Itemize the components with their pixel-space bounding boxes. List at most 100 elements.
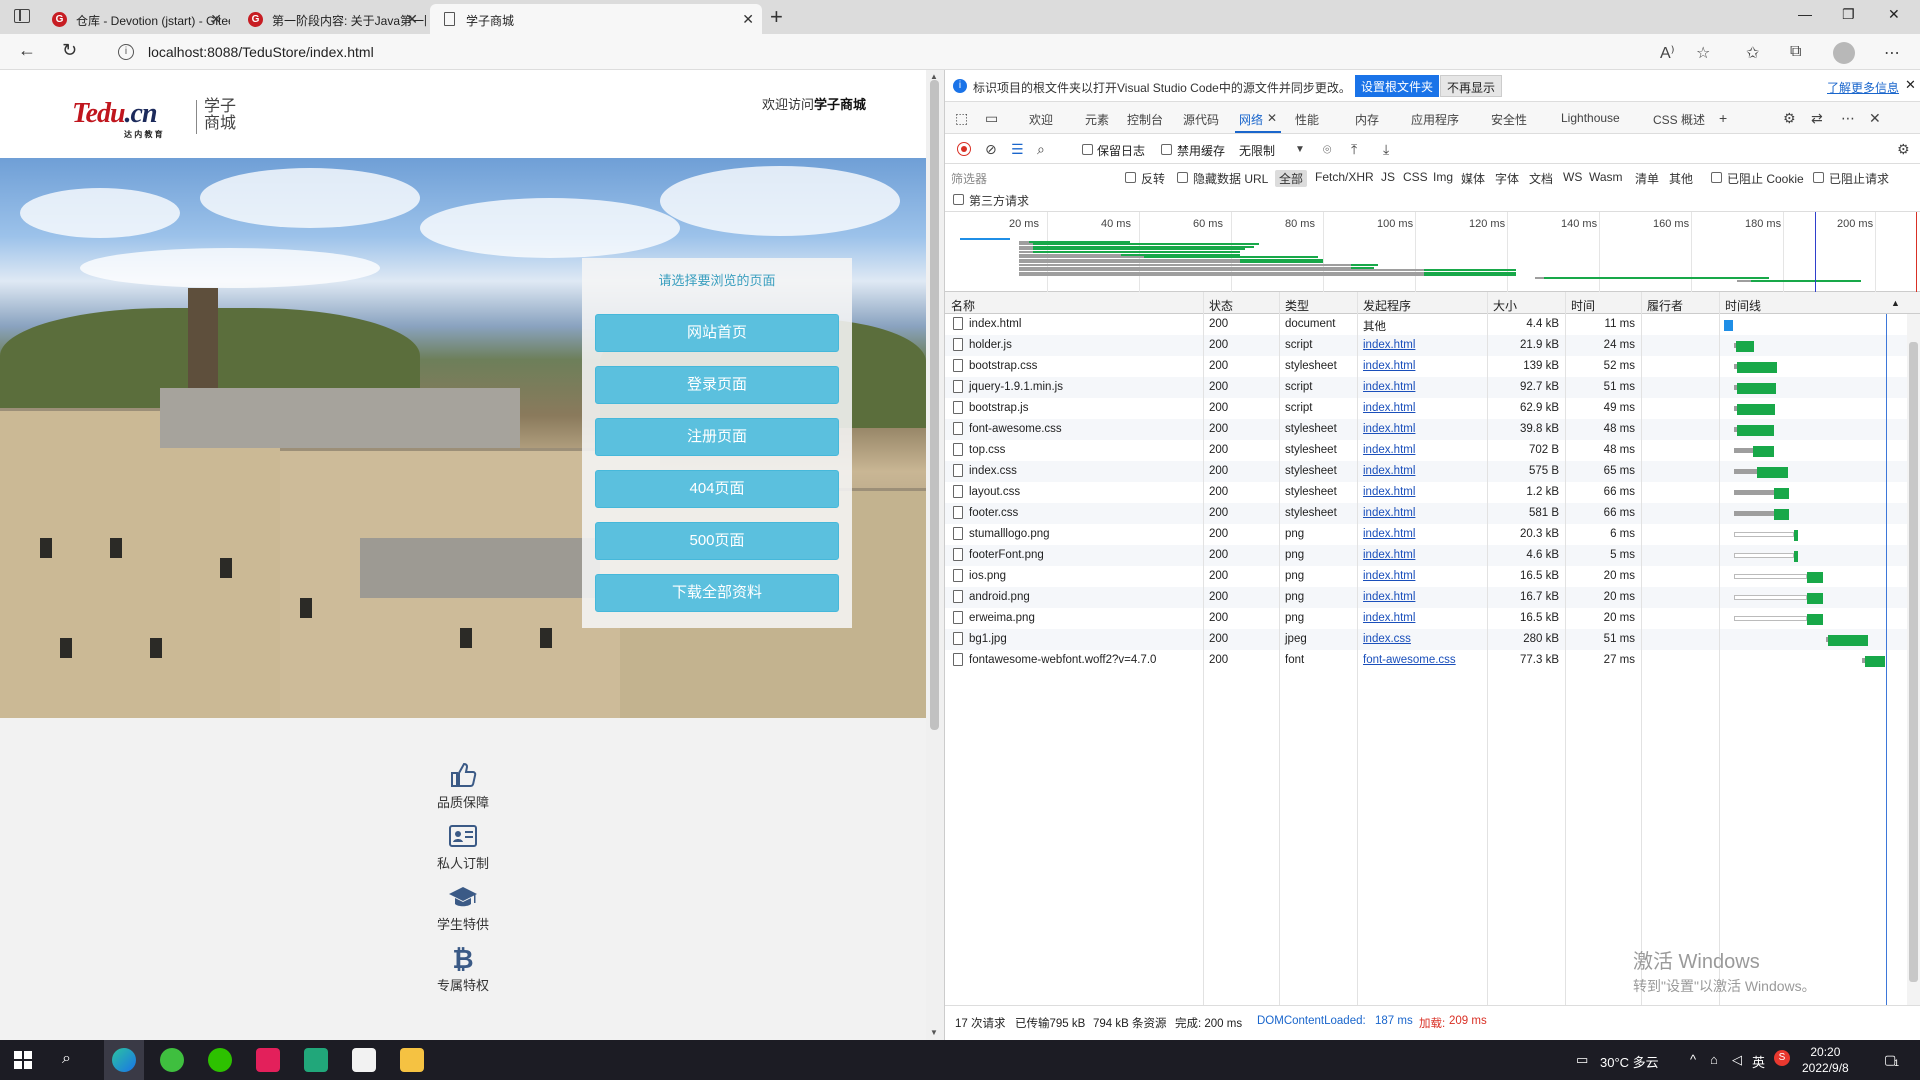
hide-data-urls-checkbox[interactable] xyxy=(1177,172,1188,183)
col-time[interactable]: 时间 xyxy=(1571,297,1595,314)
export-har-icon[interactable]: ⤓ xyxy=(1383,141,1389,158)
table-row[interactable]: layout.css 200 stylesheet index.html 1.2 kB 6… xyxy=(945,482,1920,503)
set-root-folder-button[interactable]: 设置根文件夹 xyxy=(1355,75,1440,97)
request-initiator[interactable]: index.html xyxy=(1363,507,1415,519)
sogou-ime-icon[interactable]: S xyxy=(1774,1050,1790,1066)
filter-css[interactable]: CSS xyxy=(1403,170,1428,184)
record-icon[interactable] xyxy=(957,142,971,156)
request-initiator[interactable]: index.html xyxy=(1363,402,1415,414)
filter-other[interactable]: 其他 xyxy=(1669,170,1693,187)
favorite-star-icon[interactable]: ☆ xyxy=(1696,43,1710,63)
table-row[interactable]: bg1.jpg 200 jpeg index.css 280 kB 51 ms xyxy=(945,629,1920,650)
dont-show-again-button[interactable]: 不再显示 xyxy=(1440,75,1503,97)
filter-icon[interactable]: ☰ xyxy=(1011,141,1024,158)
table-row[interactable]: stumalllogo.png 200 png index.html 20.3 kB 6 … xyxy=(945,524,1920,545)
file-explorer-icon[interactable] xyxy=(400,1048,424,1072)
request-initiator[interactable]: index.html xyxy=(1363,549,1415,561)
collections-icon[interactable]: ⧉ xyxy=(1790,43,1801,61)
typora-icon[interactable] xyxy=(352,1048,376,1072)
tab-security[interactable]: 安全性 xyxy=(1491,111,1527,128)
login-page-button[interactable]: 登录页面 xyxy=(595,366,839,404)
tab-actions-icon[interactable] xyxy=(14,9,30,23)
tab-console[interactable]: 控制台 xyxy=(1127,111,1163,128)
filter-all[interactable]: 全部 xyxy=(1275,170,1308,187)
filter-media[interactable]: 媒体 xyxy=(1461,170,1485,187)
learn-more-link[interactable]: 了解更多信息 xyxy=(1827,79,1899,96)
filter-ws[interactable]: WS xyxy=(1563,170,1582,184)
site-logo[interactable]: Tedu.cn 达 内 教 育 学子商城 xyxy=(72,98,236,139)
request-initiator[interactable]: index.html xyxy=(1363,465,1415,477)
col-status[interactable]: 状态 xyxy=(1209,297,1233,314)
request-initiator[interactable]: index.html xyxy=(1363,591,1415,603)
input-method-indicator[interactable]: 英 xyxy=(1752,1052,1765,1071)
filter-doc[interactable]: 文档 xyxy=(1529,170,1553,187)
url-field[interactable]: i localhost:8088/TeduStore/index.html xyxy=(110,39,1630,65)
table-scroll-thumb[interactable] xyxy=(1909,342,1918,982)
more-tabs-icon[interactable]: + xyxy=(1719,110,1727,126)
request-initiator[interactable]: index.html xyxy=(1363,423,1415,435)
col-size[interactable]: 大小 xyxy=(1493,297,1517,314)
network-settings-icon[interactable]: ⚙ xyxy=(1897,141,1910,158)
table-row[interactable]: footer.css 200 stylesheet index.html 581 B 66… xyxy=(945,503,1920,524)
blocked-requests-checkbox[interactable] xyxy=(1813,172,1824,183)
request-initiator[interactable]: index.css xyxy=(1363,633,1411,645)
table-row[interactable]: erweima.png 200 png index.html 16.5 kB 20 ms xyxy=(945,608,1920,629)
refresh-button[interactable]: ↻ xyxy=(62,40,77,61)
network-icon[interactable]: ⌂ xyxy=(1710,1052,1718,1067)
table-row[interactable]: bootstrap.js 200 script index.html 62.9 kB 49… xyxy=(945,398,1920,419)
error-404-button[interactable]: 404页面 xyxy=(595,470,839,508)
invert-checkbox[interactable] xyxy=(1125,172,1136,183)
browser-tab-gitee[interactable]: G 仓库 - Devotion (jstart) - Gitee.com ✕ xyxy=(40,4,230,34)
table-row[interactable]: android.png 200 png index.html 16.7 kB 20 ms xyxy=(945,587,1920,608)
settings-gear-icon[interactable]: ⚙ xyxy=(1783,110,1796,127)
request-initiator[interactable]: index.html xyxy=(1363,612,1415,624)
intellij-icon[interactable] xyxy=(256,1048,280,1072)
site-info-icon[interactable]: i xyxy=(118,44,134,60)
battery-icon[interactable]: ▭ xyxy=(1576,1052,1588,1068)
table-row[interactable]: bootstrap.css 200 stylesheet index.html 139 … xyxy=(945,356,1920,377)
download-all-button[interactable]: 下载全部资料 xyxy=(595,574,839,612)
register-page-button[interactable]: 注册页面 xyxy=(595,418,839,456)
search-icon[interactable]: ⌕ xyxy=(62,1050,71,1068)
blocked-cookies-checkbox[interactable] xyxy=(1711,172,1722,183)
tab-application[interactable]: 应用程序 xyxy=(1411,111,1459,128)
system-clock[interactable]: 20:20 2022/9/8 xyxy=(1802,1044,1849,1076)
windows-start-icon[interactable] xyxy=(14,1051,32,1069)
import-har-icon[interactable]: ⤒ xyxy=(1351,141,1357,158)
close-window-button[interactable]: ✕ xyxy=(1888,6,1900,23)
filter-img[interactable]: Img xyxy=(1433,170,1453,184)
close-info-bar-icon[interactable]: ✕ xyxy=(1905,77,1916,93)
request-initiator[interactable]: index.html xyxy=(1363,486,1415,498)
request-initiator[interactable]: index.html xyxy=(1363,360,1415,372)
minimize-button[interactable]: — xyxy=(1798,6,1812,22)
app-green-icon[interactable] xyxy=(160,1048,184,1072)
restore-button[interactable]: ❐ xyxy=(1842,6,1855,23)
request-initiator[interactable]: index.html xyxy=(1363,339,1415,351)
filter-input[interactable]: 筛选器 xyxy=(951,170,987,187)
table-row[interactable]: fontawesome-webfont.woff2?v=4.7.0 200 font… xyxy=(945,650,1920,671)
request-initiator[interactable]: index.html xyxy=(1363,444,1415,456)
third-party-checkbox[interactable] xyxy=(953,194,964,205)
disable-cache-checkbox[interactable] xyxy=(1161,144,1172,155)
throttle-select[interactable]: 无限制 xyxy=(1239,142,1275,159)
table-row[interactable]: index.css 200 stylesheet index.html 575 B 65 … xyxy=(945,461,1920,482)
tab-performance[interactable]: 性能 xyxy=(1295,111,1319,128)
page-scroll-thumb[interactable] xyxy=(930,80,939,730)
weather-text[interactable]: 30°C 多云 xyxy=(1600,1052,1659,1071)
edge-browser-icon[interactable] xyxy=(112,1048,136,1072)
wechat-icon[interactable] xyxy=(208,1048,232,1072)
notepad-app-icon[interactable] xyxy=(304,1048,328,1072)
scroll-down-arrow-icon[interactable]: ▼ xyxy=(930,1028,938,1037)
sort-arrow-icon[interactable]: ▲ xyxy=(1891,298,1900,308)
filter-manifest[interactable]: 清单 xyxy=(1635,170,1659,187)
col-name[interactable]: 名称 xyxy=(951,297,975,314)
scroll-up-arrow-icon[interactable]: ▲ xyxy=(930,72,938,81)
table-row[interactable]: top.css 200 stylesheet index.html 702 B 48 ms xyxy=(945,440,1920,461)
table-row[interactable]: jquery-1.9.1.min.js 200 script index.html 92… xyxy=(945,377,1920,398)
browser-tab-active[interactable]: 学子商城 ✕ xyxy=(430,4,762,34)
inspect-element-icon[interactable]: ⬚ xyxy=(955,110,968,127)
request-initiator[interactable]: index.html xyxy=(1363,528,1415,540)
request-initiator[interactable]: index.html xyxy=(1363,381,1415,393)
close-network-tab-icon[interactable]: ✕ xyxy=(1267,111,1277,125)
network-conditions-icon[interactable]: ⌾ xyxy=(1323,141,1331,158)
